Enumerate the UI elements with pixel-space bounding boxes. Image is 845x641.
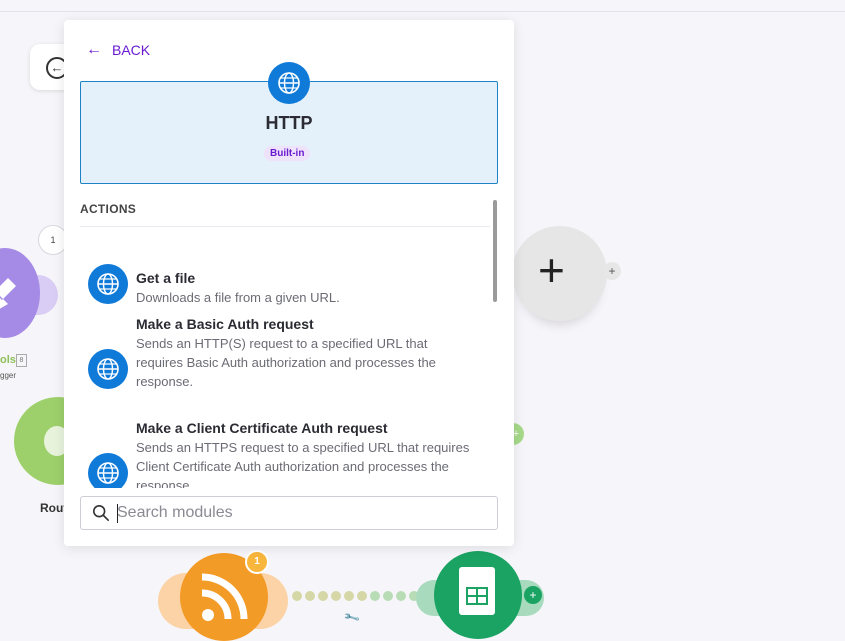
action-list-scrollbar[interactable] — [493, 200, 497, 302]
search-icon — [92, 504, 110, 522]
add-route-small-button[interactable]: + — [603, 262, 621, 280]
search-modules-field[interactable] — [80, 496, 498, 530]
app-name: HTTP — [265, 113, 313, 133]
action-item-get-a-file[interactable]: Get a file Downloads a file from a given… — [80, 248, 490, 308]
built-in-badge: Built-in — [264, 146, 311, 161]
module-connector[interactable] — [292, 591, 432, 601]
tools-module-sublabel: gger — [0, 371, 17, 380]
add-module-button[interactable]: + — [512, 226, 607, 321]
connector-settings-icon[interactable]: 🔧 — [343, 608, 361, 626]
action-title: Make a Client Certificate Auth request — [136, 420, 388, 436]
back-arrow-icon: ← — [86, 41, 102, 58]
action-item-client-cert-auth[interactable]: Make a Client Certificate Auth request S… — [80, 418, 490, 488]
back-button-label: BACK — [112, 42, 151, 58]
top-border — [0, 11, 845, 12]
action-title: Make a Basic Auth request — [136, 316, 314, 332]
tools-module-label: ols — [0, 354, 16, 366]
globe-icon — [88, 453, 128, 488]
action-description: Sends an HTTPS request to a specified UR… — [136, 440, 470, 488]
globe-icon — [88, 349, 128, 389]
plus-icon: + — [538, 244, 565, 296]
google-sheets-module[interactable] — [434, 551, 522, 639]
globe-icon — [268, 62, 310, 104]
action-description: Downloads a file from a given URL. — [136, 290, 340, 305]
action-description: Sends an HTTP(S) request to a specified … — [136, 336, 436, 389]
sheets-icon — [459, 567, 495, 615]
wrench-icon — [0, 278, 16, 309]
section-title: ACTIONS — [80, 202, 137, 216]
search-input[interactable] — [117, 501, 487, 525]
text-caret — [117, 504, 118, 523]
action-list[interactable]: Get a file Downloads a file from a given… — [80, 228, 490, 488]
rss-operation-badge[interactable]: 1 — [245, 550, 269, 574]
action-item-basic-auth[interactable]: Make a Basic Auth request Sends an HTTP(… — [80, 314, 490, 414]
globe-icon — [88, 264, 128, 304]
section-divider — [80, 226, 490, 227]
module-picker-panel: ← BACK HTTP Built-in ACTIONS Get a file … — [64, 20, 514, 546]
back-button[interactable]: ← BACK — [86, 41, 151, 59]
sheets-add-button[interactable]: + — [524, 586, 542, 604]
tools-module-badge: 8 — [16, 354, 27, 367]
action-title: Get a file — [136, 270, 196, 286]
tools-module[interactable] — [0, 248, 40, 338]
